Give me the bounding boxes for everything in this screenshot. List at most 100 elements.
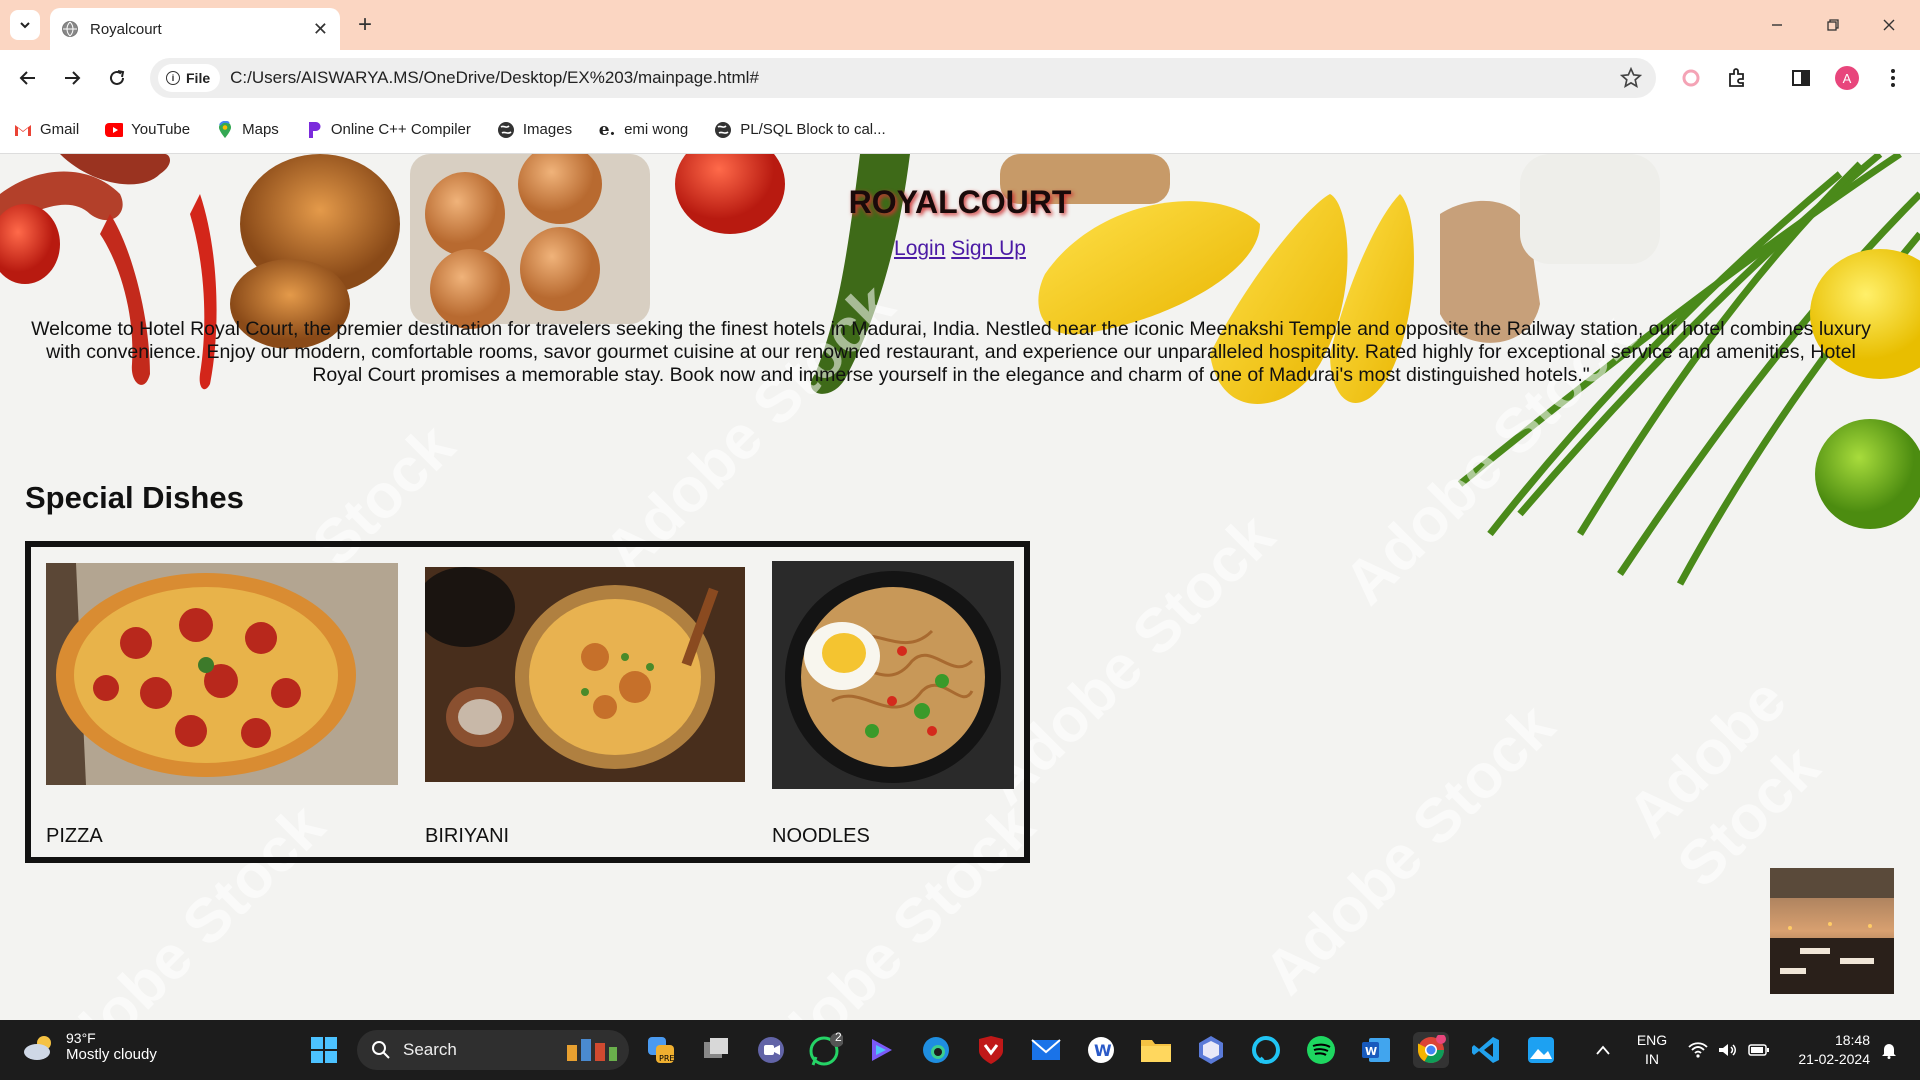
chrome-menu-icon[interactable]	[1878, 63, 1908, 93]
close-tab-icon[interactable]: ✕	[313, 19, 328, 40]
special-dishes-heading: Special Dishes	[25, 480, 244, 515]
word-app[interactable]: W	[1358, 1032, 1394, 1068]
back-button[interactable]	[12, 62, 44, 94]
alexa-icon	[1252, 1036, 1280, 1064]
svg-text:PRE: PRE	[659, 1054, 674, 1063]
globe-icon	[714, 121, 732, 139]
bookmark-compiler[interactable]: Online C++ Compiler	[305, 121, 471, 139]
bookmark-label: emi wong	[624, 121, 689, 138]
teams-app[interactable]	[753, 1032, 789, 1068]
vscode-icon	[1472, 1037, 1499, 1063]
svg-text:W: W	[1365, 1045, 1377, 1058]
info-icon: i	[166, 71, 180, 85]
security-app[interactable]	[1193, 1032, 1229, 1068]
tab-royalcourt[interactable]: Royalcourt ✕	[50, 8, 340, 50]
volume-icon	[1719, 1044, 1736, 1056]
tab-title: Royalcourt	[90, 20, 162, 38]
photos-app[interactable]	[1523, 1032, 1559, 1068]
profile-button[interactable]: A	[1832, 63, 1862, 93]
copilot-preview-app[interactable]: PRE	[643, 1032, 679, 1068]
vscode-app[interactable]	[1468, 1032, 1504, 1068]
wordpad-app[interactable]: W	[1083, 1032, 1119, 1068]
weather-widget[interactable]: 93°F Mostly cloudy	[22, 1030, 157, 1063]
language-indicator[interactable]: ENG IN	[1630, 1020, 1674, 1080]
media-player-app[interactable]	[863, 1032, 899, 1068]
svg-text:W: W	[1094, 1041, 1112, 1060]
emi-icon: e.	[598, 119, 616, 140]
bookmark-label: Online C++ Compiler	[330, 121, 471, 138]
site-title: ROYALCOURT	[848, 184, 1072, 220]
whatsapp-badge: 2	[835, 1030, 842, 1044]
arrow-right-icon	[65, 71, 81, 85]
start-button[interactable]	[306, 1032, 342, 1068]
bookmark-gmail[interactable]: Gmail	[14, 121, 79, 139]
side-panel-icon[interactable]	[1786, 63, 1816, 93]
file-explorer-app[interactable]	[1138, 1032, 1174, 1068]
photos-icon	[1528, 1037, 1554, 1063]
clock[interactable]: 18:48 21-02-2024	[1780, 1020, 1870, 1080]
chrome-icon	[1417, 1035, 1446, 1064]
watermark: Adobe Stock	[1251, 691, 1568, 1008]
quick-settings[interactable]	[1684, 1020, 1774, 1080]
minimize-button[interactable]	[1764, 12, 1790, 38]
extensions-icon[interactable]	[1722, 63, 1752, 93]
whatsapp-app[interactable]: 2	[808, 1030, 844, 1068]
auth-links: Login Sign Up	[0, 237, 1920, 261]
teams-icon	[758, 1037, 784, 1063]
language-line2: IN	[1645, 1051, 1659, 1067]
compiler-icon	[305, 121, 323, 139]
pizza-image	[46, 563, 398, 785]
mail-app[interactable]	[1028, 1032, 1064, 1068]
forward-button[interactable]	[56, 62, 88, 94]
bookmark-label: Gmail	[40, 121, 80, 138]
login-link[interactable]: Login	[894, 237, 945, 260]
bookmark-emi-wong[interactable]: e. emi wong	[598, 119, 689, 140]
cloudy-weather-icon	[24, 1035, 51, 1060]
globe-icon	[62, 21, 78, 37]
mail-icon	[1031, 1039, 1061, 1060]
close-icon	[1883, 19, 1895, 31]
task-view-app[interactable]	[698, 1032, 734, 1068]
battery-icon	[1748, 1044, 1769, 1056]
chrome-app[interactable]	[1413, 1032, 1449, 1068]
weather-temperature: 93°F	[66, 1030, 96, 1046]
bell-icon	[1882, 1044, 1896, 1059]
bookmark-youtube[interactable]: YouTube	[105, 121, 190, 139]
site-info-chip[interactable]: i File	[158, 64, 221, 92]
mcafee-shield-icon	[979, 1036, 1003, 1064]
dish-label-pizza: PIZZA	[46, 825, 103, 847]
bookmark-label: Images	[522, 121, 573, 138]
chevron-down-icon	[20, 22, 30, 29]
url-text[interactable]: C:/Users/AISWARYA.MS/OneDrive/Desktop/EX…	[230, 68, 759, 88]
mcafee-app[interactable]	[973, 1032, 1009, 1068]
show-hidden-icons-button[interactable]	[1590, 1020, 1616, 1080]
word-icon: W	[1362, 1038, 1390, 1062]
weather-condition: Mostly cloudy	[66, 1046, 157, 1063]
new-tab-button[interactable]: +	[352, 11, 378, 38]
minimize-icon	[1772, 24, 1782, 26]
close-window-button[interactable]	[1876, 12, 1902, 38]
taskbar-search[interactable]: Search	[357, 1030, 629, 1070]
restore-button[interactable]	[1820, 12, 1846, 38]
biriyani-image	[425, 567, 745, 782]
spotify-icon	[1307, 1036, 1335, 1064]
tab-search-button[interactable]	[10, 10, 40, 40]
bookmark-plsql[interactable]: PL/SQL Block to cal...	[714, 121, 886, 139]
spotify-app[interactable]	[1303, 1032, 1339, 1068]
dish-label-noodles: NOODLES	[772, 825, 870, 847]
bookmark-star-icon[interactable]	[1620, 67, 1642, 89]
reload-button[interactable]	[101, 62, 133, 94]
bookmark-maps[interactable]: Maps	[216, 120, 279, 139]
edge-app[interactable]	[918, 1032, 954, 1068]
bookmark-images[interactable]: Images	[497, 121, 572, 139]
extension-ring-icon[interactable]	[1676, 63, 1706, 93]
language-line1: ENG	[1636, 1032, 1668, 1048]
restaurant-thumbnail-image	[1770, 868, 1894, 994]
bookmark-label: PL/SQL Block to cal...	[740, 121, 886, 138]
bookmark-label: YouTube	[131, 121, 191, 138]
hexagon-shield-icon	[1199, 1036, 1223, 1064]
address-bar[interactable]: i File C:/Users/AISWARYA.MS/OneDrive/Des…	[150, 58, 1656, 98]
alexa-app[interactable]	[1248, 1032, 1284, 1068]
notifications-button[interactable]	[1874, 1020, 1904, 1080]
signup-link[interactable]: Sign Up	[951, 237, 1026, 260]
